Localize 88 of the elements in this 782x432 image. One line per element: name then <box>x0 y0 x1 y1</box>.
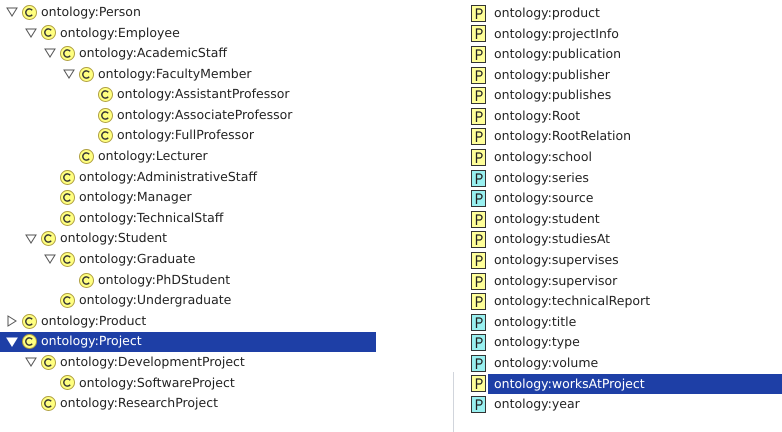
tree-row[interactable]: ontology:Project <box>0 332 376 352</box>
class-icon <box>60 375 75 390</box>
property-item[interactable]: ontology:year <box>488 394 782 415</box>
tree-row[interactable]: ontology:FacultyMember <box>0 64 376 84</box>
tree-row[interactable]: ontology:TechnicalStaff <box>0 208 376 229</box>
property-item[interactable]: ontology:supervises <box>488 250 782 271</box>
class-label: ontology:PhDStudent <box>98 270 230 289</box>
class-label: ontology:Employee <box>60 24 180 42</box>
property-item[interactable]: ontology:projectInfo <box>488 24 782 44</box>
class-label: ontology:Product <box>41 312 146 330</box>
class-icon <box>98 108 113 123</box>
class-icon <box>41 354 56 370</box>
property-item[interactable]: ontology:volume <box>488 353 782 374</box>
class-icon <box>60 293 75 308</box>
expand-triangle-icon[interactable] <box>6 315 18 328</box>
property-item[interactable]: ontology:RootRelation <box>488 126 782 148</box>
property-item[interactable]: ontology:type <box>488 332 782 354</box>
tree-row[interactable]: ontology:AdministrativeStaff <box>0 166 376 188</box>
class-icon <box>60 252 75 267</box>
collapse-triangle-icon[interactable] <box>6 6 18 18</box>
class-icon <box>22 4 37 20</box>
collapse-triangle-icon[interactable] <box>44 253 56 266</box>
property-item[interactable]: ontology:product <box>488 3 782 24</box>
class-icon <box>41 231 56 246</box>
class-label: ontology:DevelopmentProject <box>60 353 245 372</box>
class-icon <box>22 334 37 350</box>
tree-row[interactable]: ontology:Lecturer <box>0 146 376 167</box>
property-item[interactable]: ontology:title <box>488 312 782 332</box>
tree-row[interactable]: ontology:PhDStudent <box>0 270 376 290</box>
collapse-triangle-icon[interactable] <box>25 26 37 39</box>
class-label: ontology:Person <box>41 2 141 21</box>
property-item[interactable]: ontology:Root <box>488 106 782 127</box>
class-icon <box>79 272 94 288</box>
tree-row[interactable]: ontology:AcademicStaff <box>0 43 376 64</box>
class-label: ontology:FacultyMember <box>98 64 252 83</box>
property-item[interactable]: ontology:publishes <box>488 85 782 106</box>
class-icon <box>41 396 56 412</box>
property-item[interactable]: ontology:studiesAt <box>488 230 782 250</box>
class-icon <box>60 46 75 61</box>
property-item[interactable]: ontology:school <box>488 147 782 168</box>
tree-row[interactable]: ontology:Employee <box>0 22 376 44</box>
property-item[interactable]: ontology:technicalReport <box>488 291 782 312</box>
collapse-triangle-icon[interactable] <box>25 232 37 245</box>
tree-row[interactable]: ontology:DevelopmentProject <box>0 352 376 373</box>
class-icon <box>22 314 37 329</box>
property-item[interactable]: ontology:student <box>488 208 782 230</box>
class-icon <box>98 128 113 144</box>
property-item[interactable]: ontology:source <box>488 188 782 209</box>
tree-row[interactable]: ontology:FullProfessor <box>0 126 376 146</box>
class-label: ontology:Student <box>60 229 168 248</box>
collapse-triangle-icon[interactable] <box>25 356 37 368</box>
property-item[interactable]: ontology:series <box>488 168 782 188</box>
class-label: ontology:FullProfessor <box>117 126 254 144</box>
class-label: ontology:TechnicalStaff <box>79 208 224 227</box>
property-item[interactable]: ontology:supervisor <box>488 270 782 292</box>
class-icon <box>98 87 113 102</box>
class-label: ontology:Project <box>41 332 142 350</box>
class-label: ontology:SoftwareProject <box>79 374 235 392</box>
class-label: ontology:AssociateProfessor <box>117 106 292 124</box>
tree-row[interactable]: ontology:Product <box>0 310 376 332</box>
class-label: ontology:AdministrativeStaff <box>79 168 257 186</box>
class-label: ontology:AcademicStaff <box>79 44 227 62</box>
class-label: ontology:Undergraduate <box>79 291 232 310</box>
tree-row[interactable]: ontology:AssociateProfessor <box>0 104 376 126</box>
class-label: ontology:Graduate <box>79 250 196 268</box>
class-label: ontology:Manager <box>79 188 192 206</box>
class-label: ontology:ResearchProject <box>60 394 218 412</box>
tree-row[interactable]: ontology:Graduate <box>0 249 376 270</box>
property-item[interactable]: ontology:publisher <box>488 64 782 86</box>
class-icon <box>79 66 94 82</box>
class-label: ontology:Lecturer <box>98 147 208 166</box>
tree-row[interactable]: ontology:AssistantProfessor <box>0 84 376 105</box>
property-item[interactable]: ontology:publication <box>488 44 782 65</box>
collapse-triangle-icon[interactable] <box>63 68 75 80</box>
tree-row[interactable]: ontology:SoftwareProject <box>0 372 376 394</box>
property-item[interactable]: ontology:worksAtProject <box>488 374 782 394</box>
tree-row[interactable]: ontology:Student <box>0 228 376 250</box>
tree-row[interactable]: ontology:Manager <box>0 187 376 208</box>
class-icon <box>60 170 75 185</box>
tree-row[interactable]: ontology:Person <box>0 2 376 23</box>
class-icon <box>60 210 75 226</box>
tree-row[interactable]: ontology:Undergraduate <box>0 290 376 311</box>
tree-row[interactable]: ontology:ResearchProject <box>0 393 376 414</box>
class-icon <box>60 190 75 206</box>
class-label: ontology:AssistantProfessor <box>117 85 290 104</box>
class-icon <box>41 25 56 40</box>
class-icon <box>79 148 94 164</box>
collapse-triangle-icon[interactable] <box>44 47 56 60</box>
